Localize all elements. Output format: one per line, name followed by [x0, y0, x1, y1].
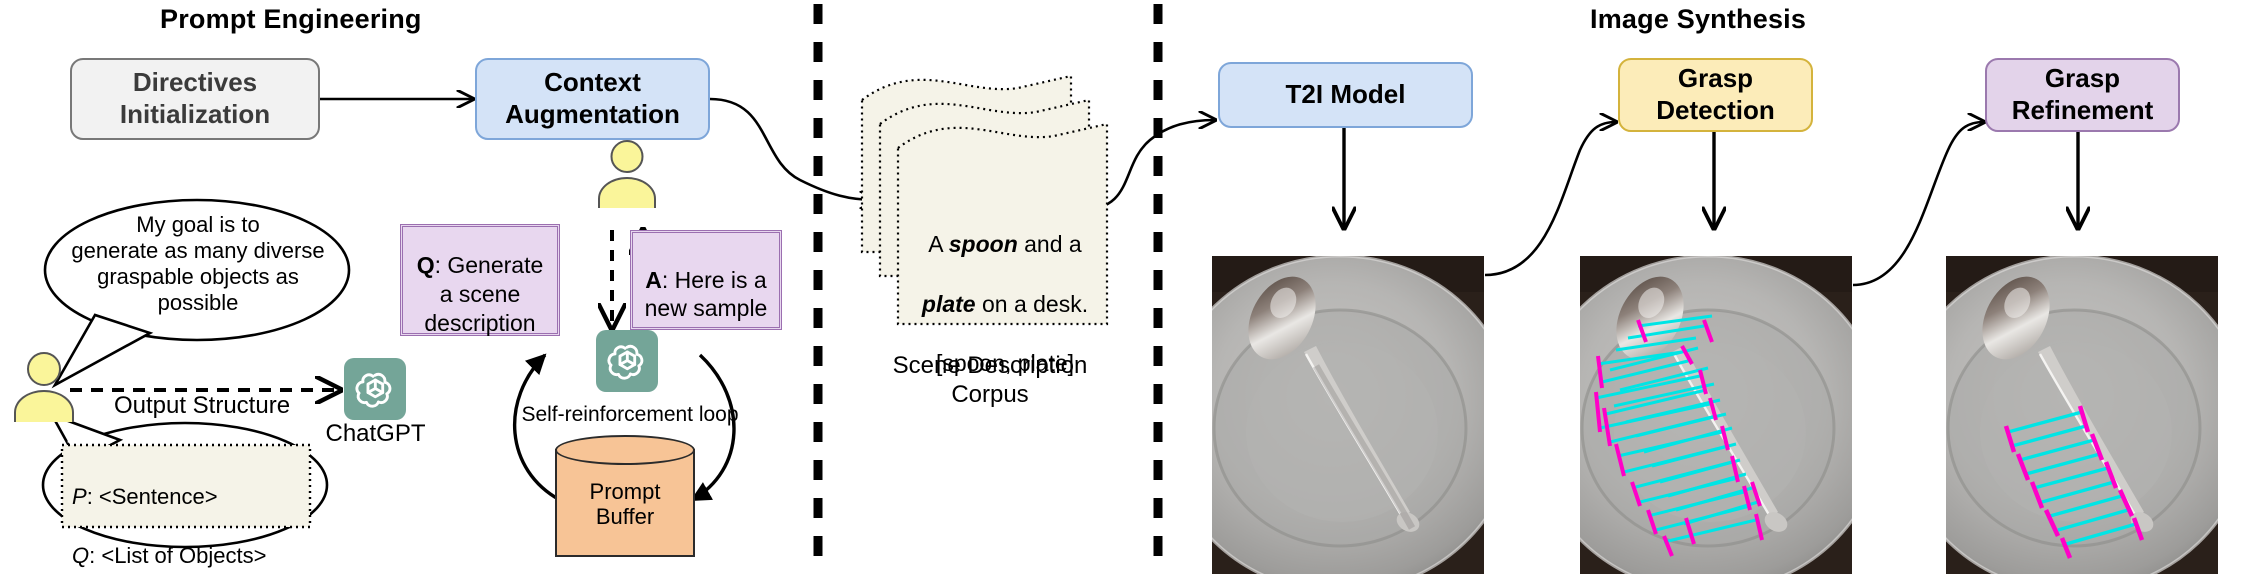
- figure-canvas: Prompt Engineering Image Synthesis Direc…: [0, 0, 2260, 576]
- chatgpt-icon-left: [344, 358, 406, 420]
- corpus-line1-prefix: A: [928, 230, 949, 257]
- avatar-body: [14, 390, 74, 422]
- grasp-detection-image: [1580, 256, 1852, 574]
- question-box-text: Q: Generate a scene description: [417, 223, 544, 338]
- prompt-buffer-label: Prompt Buffer: [589, 479, 661, 530]
- answer-key: A: [645, 266, 662, 293]
- avatar-body: [598, 177, 656, 208]
- output-structure-caption: Output Structure: [113, 392, 291, 419]
- user-avatar-center: [598, 140, 656, 208]
- question-key: Q: [416, 252, 435, 279]
- structure-p-value: : <Sentence>: [86, 483, 218, 509]
- structure-p-key: P: [72, 483, 87, 509]
- structure-q-key: Q: [72, 543, 90, 569]
- answer-box[interactable]: A: Here is a new sample: [630, 230, 782, 330]
- user-avatar-left: [14, 352, 74, 422]
- box-t2i-model[interactable]: T2I Model: [1218, 62, 1473, 128]
- answer-text: : Here is a new sample: [644, 266, 768, 322]
- photo-grasp-refinement: [1946, 256, 2218, 574]
- synthesized-image: [1212, 256, 1484, 574]
- box-directives-initialization[interactable]: Directives Initialization: [70, 58, 320, 140]
- corpus-line1-suffix: and a: [1017, 230, 1082, 257]
- box-context-augmentation[interactable]: Context Augmentation: [475, 58, 710, 140]
- chatgpt-label: ChatGPT: [325, 420, 426, 447]
- structure-q-value: : <List of Objects>: [89, 543, 267, 569]
- box-grasp-detection[interactable]: Grasp Detection: [1618, 58, 1813, 132]
- section-title-image-synthesis: Image Synthesis: [1590, 4, 1807, 34]
- corpus-object-plate: plate: [921, 290, 976, 317]
- openai-logo-icon: [355, 372, 392, 408]
- photo-grasp-detection: [1580, 256, 1852, 574]
- cylinder-top: [555, 435, 695, 465]
- photo-spoon-plate: [1212, 256, 1484, 574]
- box-grasp-refinement[interactable]: Grasp Refinement: [1985, 58, 2180, 132]
- self-reinforcement-loop-label: Self-reinforcement loop: [521, 403, 739, 426]
- speech-bubble-goal-text: My goal is to generate as many diverse g…: [71, 212, 325, 315]
- chatgpt-icon-center: [596, 330, 658, 392]
- question-text: : Generate a scene description: [424, 252, 544, 336]
- avatar-head: [27, 352, 61, 386]
- openai-logo-icon: [607, 344, 644, 380]
- answer-box-text: A: Here is a new sample: [645, 237, 768, 323]
- corpus-object-spoon: spoon: [948, 230, 1018, 257]
- scene-description-corpus-label: Scene Description Corpus: [892, 352, 1088, 408]
- grasp-refinement-image: [1946, 256, 2218, 574]
- prompt-buffer-cylinder: Prompt Buffer: [555, 435, 695, 557]
- output-structure-lines: P: <Sentence> Q: <List of Objects>: [72, 452, 322, 576]
- avatar-head: [610, 140, 644, 173]
- section-title-prompt-engineering: Prompt Engineering: [160, 4, 422, 34]
- question-box[interactable]: Q: Generate a scene description: [400, 224, 560, 336]
- corpus-line2-suffix: on a desk.: [975, 290, 1089, 317]
